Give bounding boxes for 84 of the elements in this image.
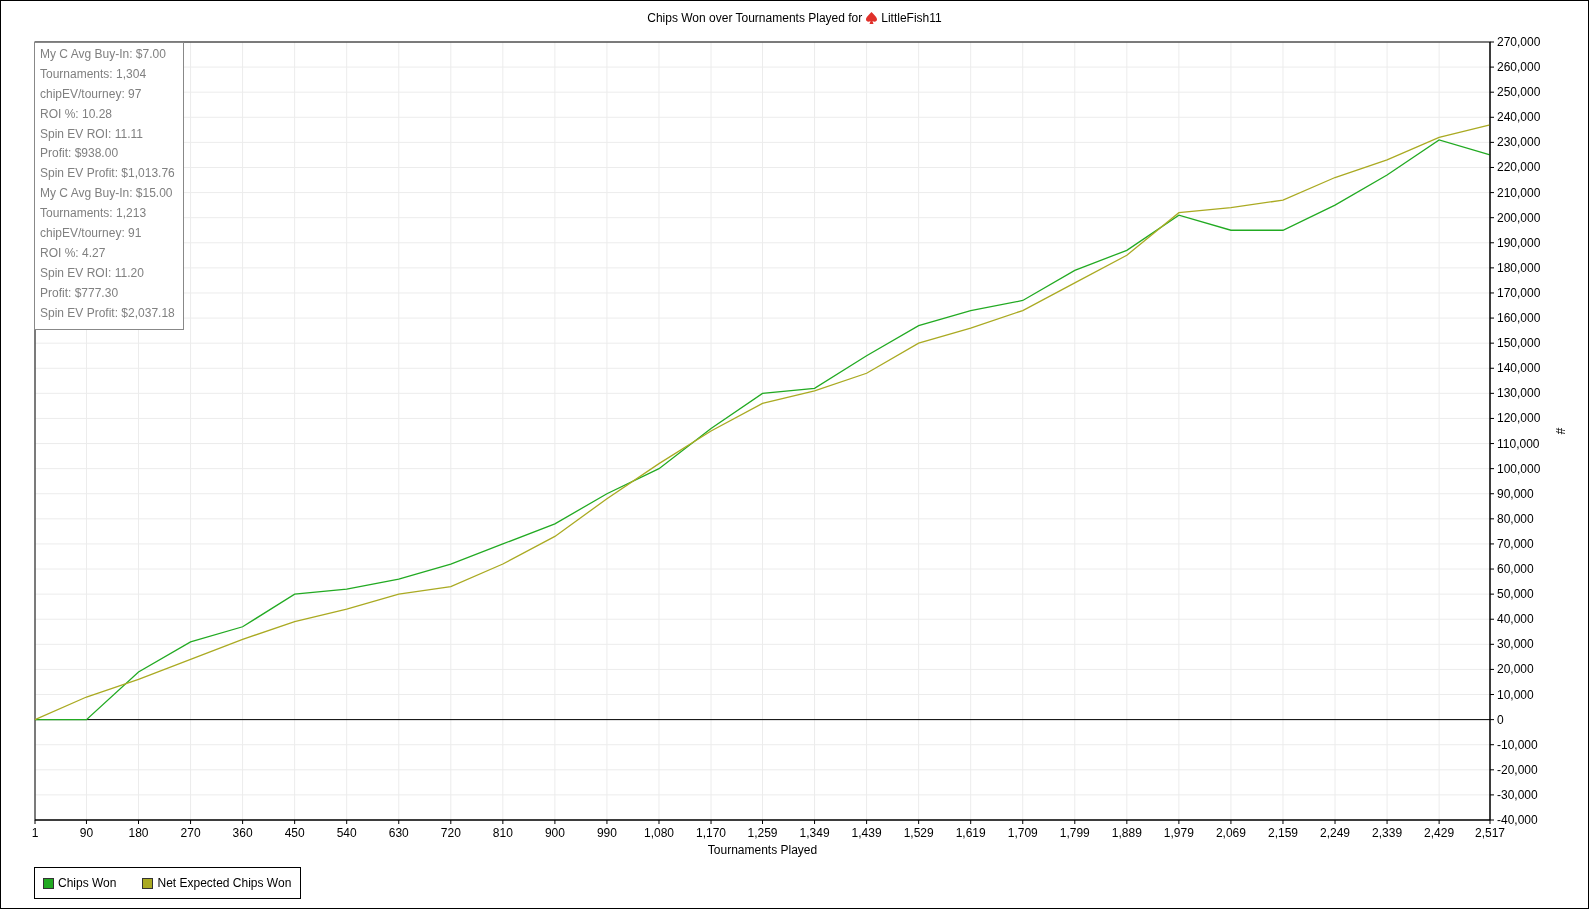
x-tick-label: 1,889: [1111, 826, 1142, 840]
y-tick-label: 220,000: [1497, 160, 1541, 175]
stat-line: Spin EV ROI: 11.11: [40, 125, 144, 143]
x-tick-label: 1,259: [747, 826, 778, 840]
x-axis-title: Tournaments Played: [707, 843, 818, 857]
y-tick-label: -20,000: [1497, 762, 1538, 777]
y-tick-label: 240,000: [1497, 110, 1541, 125]
y-tick-label: 40,000: [1497, 612, 1534, 627]
y-tick-label: 180,000: [1497, 260, 1541, 275]
y-tick-label: 270,000: [1497, 35, 1541, 49]
y-tick-label: 130,000: [1497, 386, 1541, 401]
x-tick-label: 1,170: [696, 826, 727, 840]
y-tick-label: 140,000: [1497, 361, 1541, 376]
x-tick-label: 1,799: [1059, 826, 1090, 840]
stat-line: ROI %: 10.28: [40, 105, 114, 123]
y-tick-label: 230,000: [1497, 135, 1541, 150]
x-tick-label: 2,249: [1320, 826, 1351, 840]
x-tick-label: 1,529: [903, 826, 934, 840]
y-tick-label: 210,000: [1497, 185, 1541, 200]
stat-line: Spin EV Profit: $1,013.76: [40, 165, 176, 183]
stat-line: My C Avg Buy-In: $7.00: [40, 46, 167, 63]
y-tick-label: 120,000: [1497, 411, 1541, 426]
y-tick-label: 0: [1497, 712, 1504, 727]
y-tick-label: 20,000: [1497, 662, 1534, 677]
legend-label: Net Expected Chips Won: [157, 876, 292, 890]
y-tick-label: 260,000: [1497, 60, 1541, 75]
x-tick-label: 810: [492, 826, 513, 840]
x-tick-label: 450: [284, 826, 305, 840]
y-tick-label: 170,000: [1497, 285, 1541, 300]
stat-line: chipEV/tourney: 91: [40, 225, 143, 242]
legend-label: Chips Won: [58, 876, 117, 890]
stat-line: My C Avg Buy-In: $15.00: [40, 185, 174, 203]
x-tick-label: 1,080: [643, 826, 674, 840]
x-tick-label: 2,429: [1424, 826, 1455, 840]
y-tick-label: 110,000: [1497, 436, 1540, 451]
x-tick-label: 180: [128, 826, 149, 840]
stat-line: Tournaments: 1,304: [40, 65, 148, 83]
y-tick-label: 10,000: [1497, 687, 1534, 702]
x-tick-label: 990: [596, 826, 617, 840]
x-tick-label: 1,619: [955, 826, 986, 840]
y-tick-label: 190,000: [1497, 235, 1541, 250]
y-tick-label: 80,000: [1497, 511, 1534, 526]
x-tick-label: 630: [388, 826, 409, 840]
y-axis-title: #: [1553, 427, 1567, 435]
stat-line: Profit: $938.00: [40, 145, 120, 163]
y-tick-label: 250,000: [1497, 85, 1541, 100]
y-tick-label: -30,000: [1497, 787, 1538, 802]
y-tick-label: 70,000: [1497, 536, 1534, 551]
stat-line: Profit: $777.30: [40, 284, 120, 302]
x-tick-label: 1,979: [1163, 826, 1194, 840]
y-tick-label: 100,000: [1497, 461, 1541, 476]
y-tick-label: -10,000: [1497, 737, 1538, 752]
stat-line: ROI %: 4.27: [40, 244, 107, 262]
spade-icon: [865, 11, 879, 25]
x-tick-label: 1: [31, 826, 39, 840]
legend-swatch: [142, 877, 154, 889]
y-tick-label: 150,000: [1497, 336, 1541, 351]
x-tick-label: 2,339: [1372, 826, 1403, 840]
x-tick-label: 1,349: [799, 826, 830, 840]
y-tick-label: 90,000: [1497, 486, 1534, 501]
player-name: LittleFish11: [881, 11, 942, 25]
y-tick-label: 30,000: [1497, 637, 1534, 652]
x-tick-label: 540: [336, 826, 357, 840]
x-tick-label: 2,517: [1475, 826, 1505, 840]
x-tick-label: 2,069: [1215, 826, 1246, 840]
x-tick-label: 1,439: [851, 826, 882, 840]
stat-line: Spin EV ROI: 11.20: [40, 264, 145, 282]
y-tick-label: 160,000: [1497, 311, 1541, 326]
x-tick-label: 360: [232, 826, 253, 840]
y-tick-label: 60,000: [1497, 562, 1534, 577]
stat-line: Spin EV Profit: $2,037.18: [40, 304, 176, 322]
legend-swatch: [43, 877, 54, 889]
x-tick-label: 900: [544, 826, 565, 840]
x-tick-label: 270: [180, 826, 201, 840]
stat-line: chipEV/tourney: 97: [40, 85, 143, 103]
stat-line: Tournaments: 1,213: [40, 205, 148, 223]
x-tick-label: 90: [79, 826, 94, 840]
y-tick-label: 200,000: [1497, 210, 1541, 225]
x-tick-label: 2,159: [1267, 826, 1298, 840]
x-tick-label: 720: [440, 826, 461, 840]
chart-title: Chips Won over Tournaments Played for: [647, 11, 863, 25]
y-tick-label: 50,000: [1497, 587, 1534, 602]
y-tick-label: -40,000: [1497, 813, 1538, 827]
x-tick-label: 1,709: [1007, 826, 1038, 840]
